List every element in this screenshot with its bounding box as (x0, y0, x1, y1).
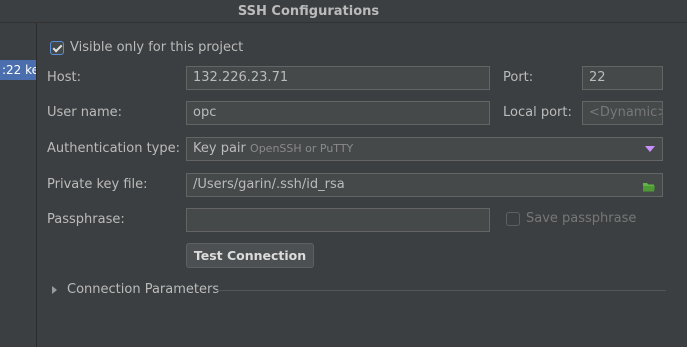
configuration-item-selected[interactable]: :22 ke (0, 60, 36, 80)
save-passphrase-checkbox[interactable] (506, 212, 520, 226)
auth-type-value: Key pair (193, 141, 246, 156)
title-bar: SSH Configurations (0, 0, 687, 23)
dropdown-arrow-icon (645, 146, 655, 152)
local-port-input[interactable]: <Dynamic> (582, 101, 663, 125)
auth-type-dropdown[interactable]: Key pair OpenSSH or PuTTY (186, 137, 663, 161)
configurations-list: :22 ke (0, 23, 37, 347)
private-key-label: Private key file: (47, 177, 148, 192)
section-divider (216, 290, 666, 291)
connection-parameters-label[interactable]: Connection Parameters (67, 282, 219, 297)
port-input[interactable]: 22 (582, 66, 663, 90)
username-label: User name: (47, 105, 123, 120)
port-value: 22 (589, 70, 606, 85)
test-connection-button[interactable]: Test Connection (186, 243, 314, 268)
expand-arrow-icon[interactable] (52, 286, 57, 294)
local-port-label: Local port: (503, 105, 572, 120)
passphrase-label: Passphrase: (47, 212, 125, 227)
host-value: 132.226.23.71 (193, 70, 289, 85)
username-input[interactable]: opc (186, 101, 490, 125)
port-label: Port: (503, 70, 534, 85)
visible-only-label[interactable]: Visible only for this project (70, 40, 243, 55)
folder-icon[interactable] (642, 179, 656, 196)
host-label: Host: (47, 70, 81, 85)
host-input[interactable]: 132.226.23.71 (186, 66, 490, 90)
passphrase-input[interactable] (186, 208, 490, 232)
save-passphrase-label[interactable]: Save passphrase (526, 211, 636, 226)
username-value: opc (193, 105, 217, 120)
private-key-input[interactable]: /Users/garin/.ssh/id_rsa (186, 173, 663, 197)
private-key-value: /Users/garin/.ssh/id_rsa (193, 177, 345, 192)
visible-only-checkbox[interactable] (50, 41, 64, 55)
auth-type-hint: OpenSSH or PuTTY (250, 142, 354, 155)
auth-type-label: Authentication type: (47, 141, 180, 156)
local-port-placeholder: <Dynamic> (589, 105, 663, 120)
window-title: SSH Configurations (237, 4, 380, 19)
